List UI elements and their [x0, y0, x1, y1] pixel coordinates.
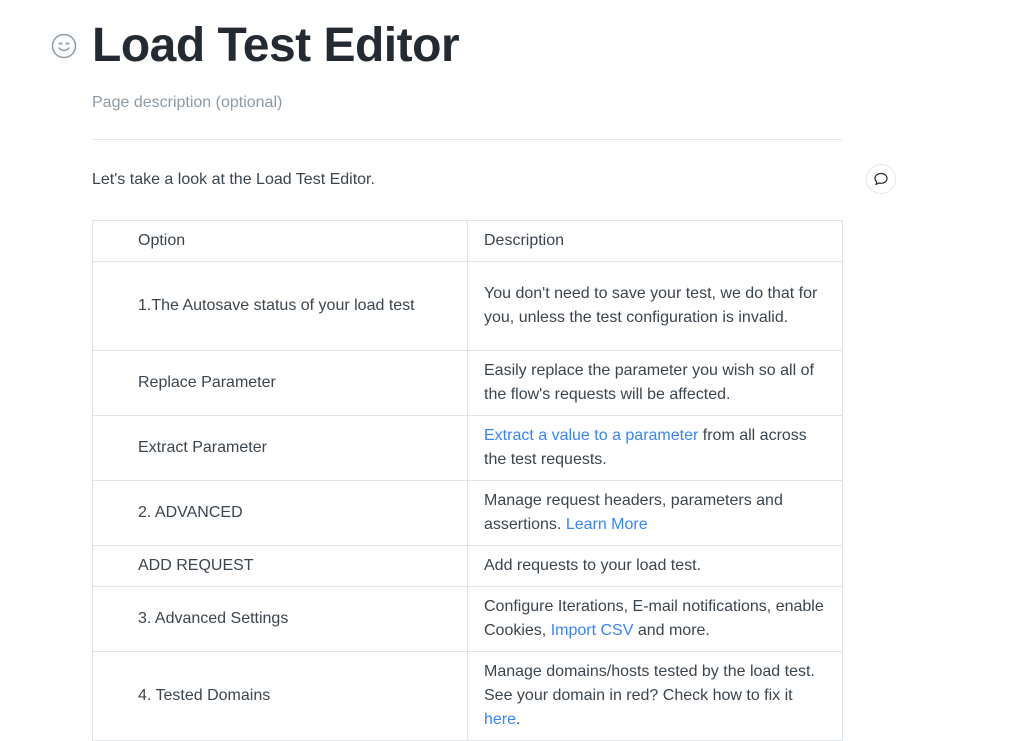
table-row: Replace Parameter Easily replace the par…: [92, 350, 843, 416]
description-text: and more.: [633, 622, 710, 639]
option-cell: 4. Tested Domains: [92, 651, 468, 741]
option-cell: 3. Advanced Settings: [92, 586, 468, 652]
here-link[interactable]: here: [484, 711, 516, 728]
comment-bubble-icon: [874, 172, 888, 186]
description-text: Manage domains/hosts tested by the load …: [484, 663, 815, 704]
table-row: ADD REQUEST Add requests to your load te…: [92, 545, 843, 587]
description-cell: Easily replace the parameter you wish so…: [467, 350, 843, 416]
page-title[interactable]: Load Test Editor: [92, 16, 460, 76]
table-row: 1.The Autosave status of your load test …: [92, 261, 843, 351]
emoji-picker-button[interactable]: [51, 33, 77, 59]
column-header-option: Option: [92, 220, 468, 262]
option-cell: ADD REQUEST: [92, 545, 468, 587]
description-cell: You don't need to save your test, we do …: [467, 261, 843, 351]
comment-button[interactable]: [866, 164, 896, 194]
table-row: 2. ADVANCED Manage request headers, para…: [92, 480, 843, 546]
import-csv-link[interactable]: Import CSV: [551, 622, 634, 639]
option-cell: 1.The Autosave status of your load test: [92, 261, 468, 351]
page-description-input[interactable]: Page description (optional): [92, 93, 282, 113]
description-cell: Configure Iterations, E-mail notificatio…: [467, 586, 843, 652]
table-row: Extract Parameter Extract a value to a p…: [92, 415, 843, 481]
table-header-row: Option Description: [92, 220, 843, 262]
learn-more-link[interactable]: Learn More: [566, 516, 648, 533]
description-text: .: [516, 711, 521, 728]
description-cell: Extract a value to a parameter from all …: [467, 415, 843, 481]
description-text: Add requests to your load test.: [484, 557, 702, 574]
description-cell: Manage domains/hosts tested by the load …: [467, 651, 843, 741]
header-divider: [92, 139, 842, 140]
option-cell: Extract Parameter: [92, 415, 468, 481]
options-table: Option Description 1.The Autosave status…: [92, 220, 843, 741]
option-cell: 2. ADVANCED: [92, 480, 468, 546]
extract-parameter-link[interactable]: Extract a value to a parameter: [484, 427, 698, 444]
table-row: 3. Advanced Settings Configure Iteration…: [92, 586, 843, 652]
table-row: 4. Tested Domains Manage domains/hosts t…: [92, 651, 843, 741]
intro-paragraph[interactable]: Let's take a look at the Load Test Edito…: [92, 170, 375, 190]
description-cell: Add requests to your load test.: [467, 545, 843, 587]
description-cell: Manage request headers, parameters and a…: [467, 480, 843, 546]
description-text: You don't need to save your test, we do …: [484, 285, 818, 326]
smiley-face-icon: [51, 33, 77, 59]
description-text: Easily replace the parameter you wish so…: [484, 362, 814, 403]
option-cell: Replace Parameter: [92, 350, 468, 416]
column-header-description: Description: [467, 220, 843, 262]
